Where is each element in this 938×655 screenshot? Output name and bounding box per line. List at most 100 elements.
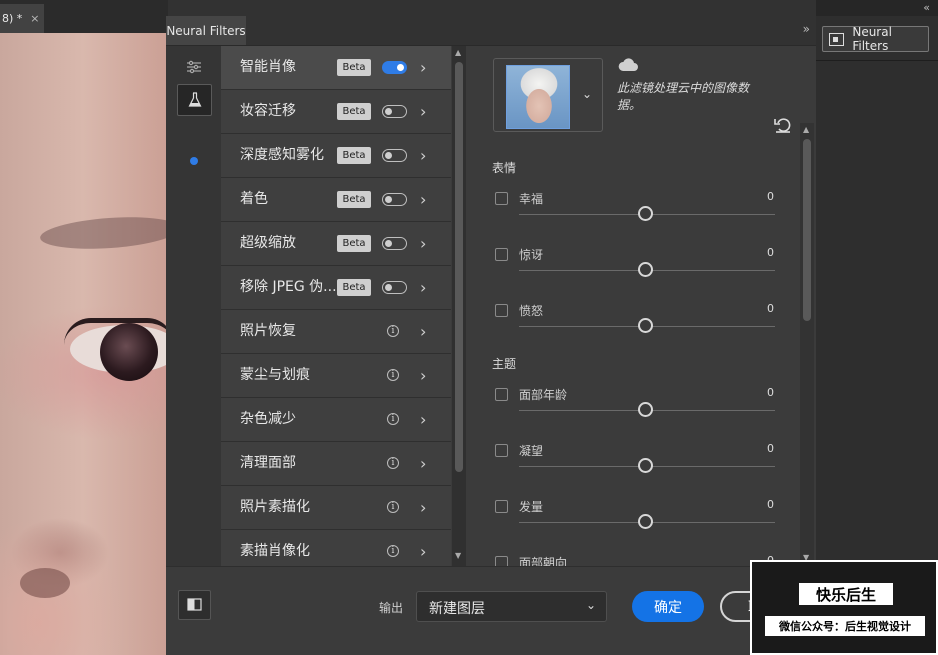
chevron-right-icon[interactable]: › [420,178,426,221]
filter-toggle[interactable] [382,237,407,250]
filter-toggle[interactable] [382,281,407,294]
info-icon[interactable]: i [387,369,399,381]
chevron-right-icon[interactable]: › [420,354,426,397]
chevron-right-icon[interactable]: › [420,530,426,566]
neural-filters-panel-button[interactable]: Neural Filters [822,25,929,53]
scroll-up-icon[interactable]: ▲ [803,125,809,134]
filter-list-scrollbar[interactable]: ▲ ▼ [452,46,466,566]
slider-checkbox[interactable] [495,192,508,205]
reference-portrait [506,65,570,129]
filter-item-dust-scratches[interactable]: 蒙尘与划痕 i › [221,354,451,398]
neural-filters-dialog: Neural Filters » 智能肖像 Beta › 妆容迁移 Beta ›… [166,16,816,655]
slider-checkbox[interactable] [495,556,508,566]
filter-item-photo-restoration[interactable]: 照片恢复 i › [221,310,451,354]
beta-badge: Beta [337,59,371,76]
document-tab[interactable]: 8) * × [0,4,44,33]
filter-item-depth-blur[interactable]: 深度感知雾化 Beta › [221,134,451,178]
info-icon[interactable]: i [387,325,399,337]
slider-checkbox[interactable] [495,444,508,457]
chevron-right-icon[interactable]: › [420,90,426,133]
scroll-up-icon[interactable]: ▲ [455,48,461,57]
info-icon[interactable]: i [387,413,399,425]
chevron-right-icon[interactable]: › [420,46,426,89]
settings-scrollbar[interactable]: ▲ ▼ [800,123,814,566]
chevron-right-icon[interactable]: › [420,310,426,353]
sliders-icon[interactable] [177,52,210,82]
filter-label: 杂色减少 [240,411,296,427]
image-canvas[interactable] [0,33,166,655]
scroll-down-icon[interactable]: ▼ [455,551,461,560]
close-icon[interactable]: × [30,12,39,25]
slider-checkbox[interactable] [495,248,508,261]
info-icon[interactable]: i [387,501,399,513]
chevron-down-icon[interactable]: ⌄ [582,87,592,101]
neural-filters-button-label: Neural Filters [852,25,892,53]
slider-handle[interactable] [638,206,653,221]
canvas-lashes [64,318,166,345]
filter-item-photo-to-sketch[interactable]: 照片素描化 i › [221,486,451,530]
slider-handle[interactable] [638,514,653,529]
slider-label: 幸福 [519,192,544,206]
chevron-right-icon[interactable]: › [420,134,426,177]
filter-label: 照片恢复 [240,323,296,339]
info-icon[interactable]: i [387,457,399,469]
filter-item-noise-reduction[interactable]: 杂色减少 i › [221,398,451,442]
canvas-eyebrow [39,213,166,253]
info-icon[interactable]: i [387,545,399,557]
collapse-icon[interactable]: » [803,22,810,36]
filter-label: 蒙尘与划痕 [240,367,310,383]
filter-label: 深度感知雾化 [240,147,324,163]
collapse-icon[interactable]: « [923,1,930,14]
slider-handle[interactable] [638,458,653,473]
slider-handle[interactable] [638,262,653,277]
slider-label: 凝望 [519,444,544,458]
slider-handle[interactable] [638,402,653,417]
filter-item-face-cleanup[interactable]: 清理面部 i › [221,442,451,486]
scrollbar-thumb[interactable] [455,62,463,472]
filter-toggle[interactable] [382,193,407,206]
filter-item-jpeg-artifacts[interactable]: 移除 JPEG 伪... Beta › [221,266,451,310]
slider-checkbox[interactable] [495,304,508,317]
compare-view-button[interactable] [178,590,211,620]
chevron-right-icon[interactable]: › [420,486,426,529]
slider-checkbox[interactable] [495,388,508,401]
dialog-title[interactable]: Neural Filters [166,16,246,45]
slider-label: 面部朝向 [519,556,568,566]
flask-icon[interactable] [177,84,212,116]
filter-item-makeup-transfer[interactable]: 妆容迁移 Beta › [221,90,451,134]
filter-list: 智能肖像 Beta › 妆容迁移 Beta › 深度感知雾化 Beta › 着色… [221,46,451,566]
filter-settings-panel: ⌄ 此滤镜处理云中的图像数据。 表情 幸福 0 惊讶 0 愤怒 0 主题 面部年… [467,46,816,566]
beta-badge: Beta [337,191,371,208]
chevron-right-icon[interactable]: › [420,222,426,265]
ok-button[interactable]: 确定 [632,591,704,622]
filter-toggle[interactable] [382,149,407,162]
chevron-right-icon[interactable]: › [420,442,426,485]
filter-label: 智能肖像 [240,59,296,75]
chevron-right-icon[interactable]: › [420,266,426,309]
scrollbar-thumb[interactable] [803,139,811,321]
reference-image-picker[interactable]: ⌄ [493,58,603,132]
slider-handle[interactable] [638,318,653,333]
section-title-expression: 表情 [492,161,517,175]
filter-item-sketch-to-portrait[interactable]: 素描肖像化 i › [221,530,451,566]
filter-item-smart-portrait[interactable]: 智能肖像 Beta › [221,46,451,90]
filter-label: 清理面部 [240,455,296,471]
filter-item-super-zoom[interactable]: 超级缩放 Beta › [221,222,451,266]
filter-toggle[interactable] [382,61,407,74]
filter-toggle[interactable] [382,105,407,118]
slider-checkbox[interactable] [495,500,508,513]
output-label: 输出 [379,601,404,615]
document-tab-bar: 8) * × [0,0,168,33]
slider-hair-thickness: 发量 0 [492,492,782,548]
reset-icon[interactable] [773,116,793,134]
dialog-header: Neural Filters » [166,16,816,45]
slider-value: 0 [767,442,774,455]
output-select[interactable]: 新建图层 ⌄ [416,591,607,622]
slider-value: 0 [767,498,774,511]
filter-label: 素描肖像化 [240,543,310,559]
dialog-footer: 输出 新建图层 ⌄ 确定 取消 [166,566,816,655]
cloud-notice: 此滤镜处理云中的图像数据。 [617,81,750,112]
chevron-right-icon[interactable]: › [420,398,426,441]
canvas-nose [20,568,70,598]
filter-item-colorize[interactable]: 着色 Beta › [221,178,451,222]
